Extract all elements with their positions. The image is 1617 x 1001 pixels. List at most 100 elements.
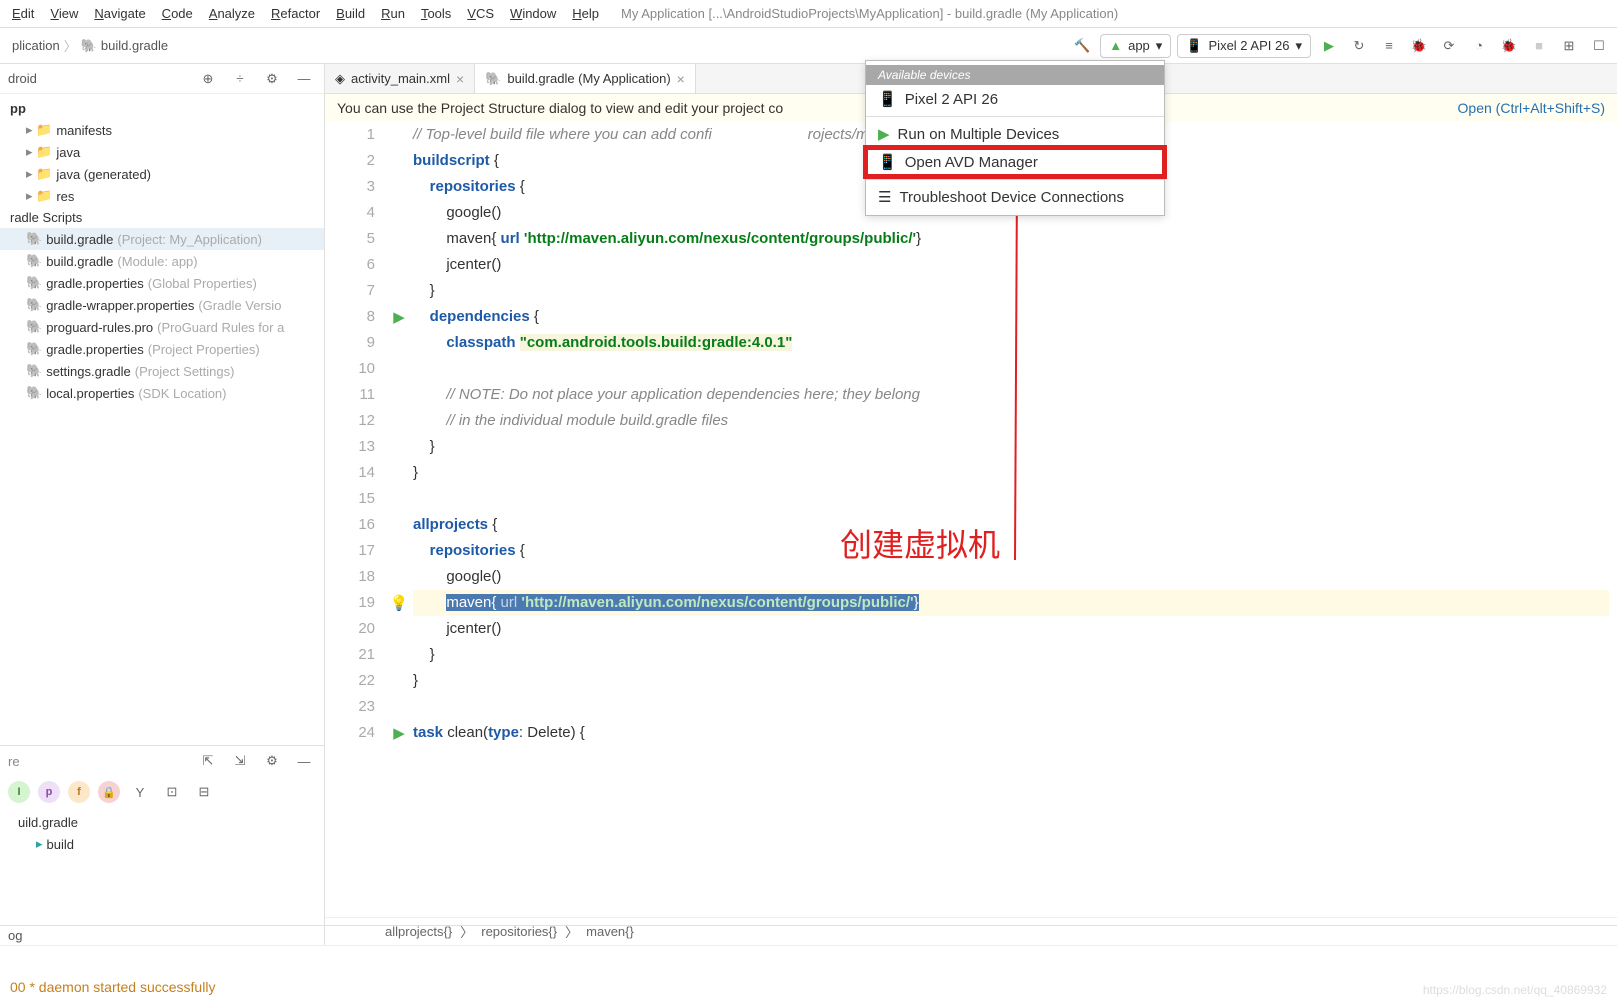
code-line[interactable]: dependencies { xyxy=(413,304,1609,330)
code-line[interactable]: task clean(type: Delete) { xyxy=(413,720,1609,746)
run-marker-icon[interactable]: ▶ xyxy=(393,308,405,326)
menu-analyze[interactable]: Analyze xyxy=(201,3,263,24)
gradle-script-node[interactable]: 🐘 gradle.properties (Project Properties) xyxy=(0,338,324,360)
panel-scope[interactable]: droid xyxy=(8,71,37,86)
breadcrumb-file[interactable]: build.gradle xyxy=(101,38,168,53)
bottom-tool-tab[interactable]: og xyxy=(0,925,1617,945)
target-icon[interactable]: ⊕ xyxy=(196,67,220,91)
code-content[interactable]: // Top-level build file where you can ad… xyxy=(413,122,1617,917)
gradle-scripts-node[interactable]: radle Scripts xyxy=(0,207,324,228)
dd-item-device[interactable]: 📱Pixel 2 API 26 xyxy=(866,85,1164,113)
make-icon[interactable]: 🔨 xyxy=(1070,34,1094,58)
gear-icon[interactable]: ⚙ xyxy=(260,749,284,773)
tree-node[interactable]: ▸ 📁 java (generated) xyxy=(0,163,324,185)
menu-code[interactable]: Code xyxy=(154,3,201,24)
close-icon[interactable]: × xyxy=(456,71,464,87)
expand-icon[interactable]: ⇱ xyxy=(196,749,220,773)
folder-icon: ▸ 📁 xyxy=(26,122,52,138)
layout-icon[interactable]: ⊡ xyxy=(160,780,184,804)
tree-node[interactable]: ▸ 📁 manifests xyxy=(0,119,324,141)
module-node[interactable]: pp xyxy=(0,98,324,119)
hide-icon[interactable]: — xyxy=(292,749,316,773)
code-line[interactable]: allprojects { xyxy=(413,512,1609,538)
bulb-icon[interactable]: 💡 xyxy=(390,594,409,612)
lock-icon[interactable]: 🔒 xyxy=(98,781,120,803)
menu-tools[interactable]: Tools xyxy=(413,3,459,24)
code-line[interactable] xyxy=(413,486,1609,512)
menu-view[interactable]: View xyxy=(42,3,86,24)
stop-icon[interactable]: ■ xyxy=(1527,34,1551,58)
collapse-icon[interactable]: ÷ xyxy=(228,67,252,91)
menu-edit[interactable]: Edit xyxy=(4,3,42,24)
editor-tab[interactable]: 🐘build.gradle (My Application)× xyxy=(475,64,696,93)
menu-refactor[interactable]: Refactor xyxy=(263,3,328,24)
tree-node[interactable]: ▸ 📁 res xyxy=(0,185,324,207)
structure-child[interactable]: ▸ build xyxy=(10,833,314,855)
menu-run[interactable]: Run xyxy=(373,3,413,24)
code-line[interactable]: classpath "com.android.tools.build:gradl… xyxy=(413,330,1609,356)
code-line[interactable]: } xyxy=(413,642,1609,668)
menu-vcs[interactable]: VCS xyxy=(459,3,502,24)
editor-tab[interactable]: ◈activity_main.xml× xyxy=(325,64,475,93)
code-line[interactable]: // in the individual module build.gradle… xyxy=(413,408,1609,434)
breadcrumb-project[interactable]: plication xyxy=(12,38,60,53)
folder-icon: ▸ 📁 xyxy=(26,166,52,182)
code-line[interactable]: maven{ url 'http://maven.aliyun.com/nexu… xyxy=(413,226,1609,252)
menu-help[interactable]: Help xyxy=(564,3,607,24)
code-line[interactable]: maven{ url 'http://maven.aliyun.com/nexu… xyxy=(413,590,1609,616)
code-line[interactable]: } xyxy=(413,460,1609,486)
gear-icon[interactable]: ⚙ xyxy=(260,67,284,91)
run-config-selector[interactable]: ▲ app ▾ xyxy=(1100,34,1171,58)
badge-i[interactable]: I xyxy=(8,781,30,803)
profile-icon[interactable]: ⟳ xyxy=(1437,34,1461,58)
gradle-icon: 🐘 xyxy=(26,341,42,357)
dd-item-multi[interactable]: ▶Run on Multiple Devices xyxy=(866,120,1164,148)
layout2-icon[interactable]: ⊟ xyxy=(192,780,216,804)
gradle-script-node[interactable]: 🐘 local.properties (SDK Location) xyxy=(0,382,324,404)
run-marker-icon[interactable]: ▶ xyxy=(393,724,405,742)
attach-debugger-icon[interactable]: 🐞 xyxy=(1497,34,1521,58)
badge-p[interactable]: p xyxy=(38,781,60,803)
open-project-structure-link[interactable]: Open (Ctrl+Alt+Shift+S) xyxy=(1458,100,1605,116)
code-line[interactable]: jcenter() xyxy=(413,252,1609,278)
code-line[interactable] xyxy=(413,356,1609,382)
menu-window[interactable]: Window xyxy=(502,3,564,24)
code-line[interactable]: google() xyxy=(413,564,1609,590)
fork-icon[interactable]: Y xyxy=(128,780,152,804)
apply-code-icon[interactable]: ≡ xyxy=(1377,34,1401,58)
code-line[interactable] xyxy=(413,694,1609,720)
tree-node[interactable]: ▸ 📁 java xyxy=(0,141,324,163)
folder-icon: ▸ 📁 xyxy=(26,144,52,160)
code-line[interactable]: jcenter() xyxy=(413,616,1609,642)
project-tree[interactable]: pp ▸ 📁 manifests▸ 📁 java▸ 📁 java (genera… xyxy=(0,94,324,745)
breadcrumb: plication 〉 🐘 build.gradle xyxy=(6,36,1066,55)
run-icon[interactable]: ▶ xyxy=(1317,34,1341,58)
structure-root[interactable]: uild.gradle xyxy=(10,812,314,833)
code-line[interactable]: } xyxy=(413,434,1609,460)
menu-build[interactable]: Build xyxy=(328,3,373,24)
gradle-script-node[interactable]: 🐘 gradle-wrapper.properties (Gradle Vers… xyxy=(0,294,324,316)
code-line[interactable]: // NOTE: Do not place your application d… xyxy=(413,382,1609,408)
menu-navigate[interactable]: Navigate xyxy=(86,3,153,24)
hide-icon[interactable]: — xyxy=(292,67,316,91)
code-line[interactable]: repositories { xyxy=(413,538,1609,564)
badge-f[interactable]: f xyxy=(68,781,90,803)
apply-changes-icon[interactable]: ↻ xyxy=(1347,34,1371,58)
gradle-script-node[interactable]: 🐘 gradle.properties (Global Properties) xyxy=(0,272,324,294)
gradle-script-node[interactable]: 🐘 build.gradle (Module: app) xyxy=(0,250,324,272)
collapse-all-icon[interactable]: ⇲ xyxy=(228,749,252,773)
gradle-script-node[interactable]: 🐘 build.gradle (Project: My_Application) xyxy=(0,228,324,250)
dd-item-troubleshoot[interactable]: ☰Troubleshoot Device Connections xyxy=(866,183,1164,211)
dd-item-avd[interactable]: 📱Open AVD Manager xyxy=(866,148,1164,176)
profiler-icon[interactable]: ◔ xyxy=(1467,34,1491,58)
gradle-script-node[interactable]: 🐘 settings.gradle (Project Settings) xyxy=(0,360,324,382)
structure-tool-window: re ⇱ ⇲ ⚙ — I p f 🔒 Y ⊡ ⊟ uild.gradle ▸ b… xyxy=(0,745,324,945)
sync-icon[interactable]: ⊞ xyxy=(1557,34,1581,58)
close-icon[interactable]: × xyxy=(677,71,685,87)
gradle-script-node[interactable]: 🐘 proguard-rules.pro (ProGuard Rules for… xyxy=(0,316,324,338)
debug-icon[interactable]: 🐞 xyxy=(1407,34,1431,58)
device-selector[interactable]: 📱 Pixel 2 API 26 ▾ xyxy=(1177,34,1311,58)
code-line[interactable]: } xyxy=(413,278,1609,304)
avd-icon[interactable]: ☐ xyxy=(1587,34,1611,58)
code-line[interactable]: } xyxy=(413,668,1609,694)
